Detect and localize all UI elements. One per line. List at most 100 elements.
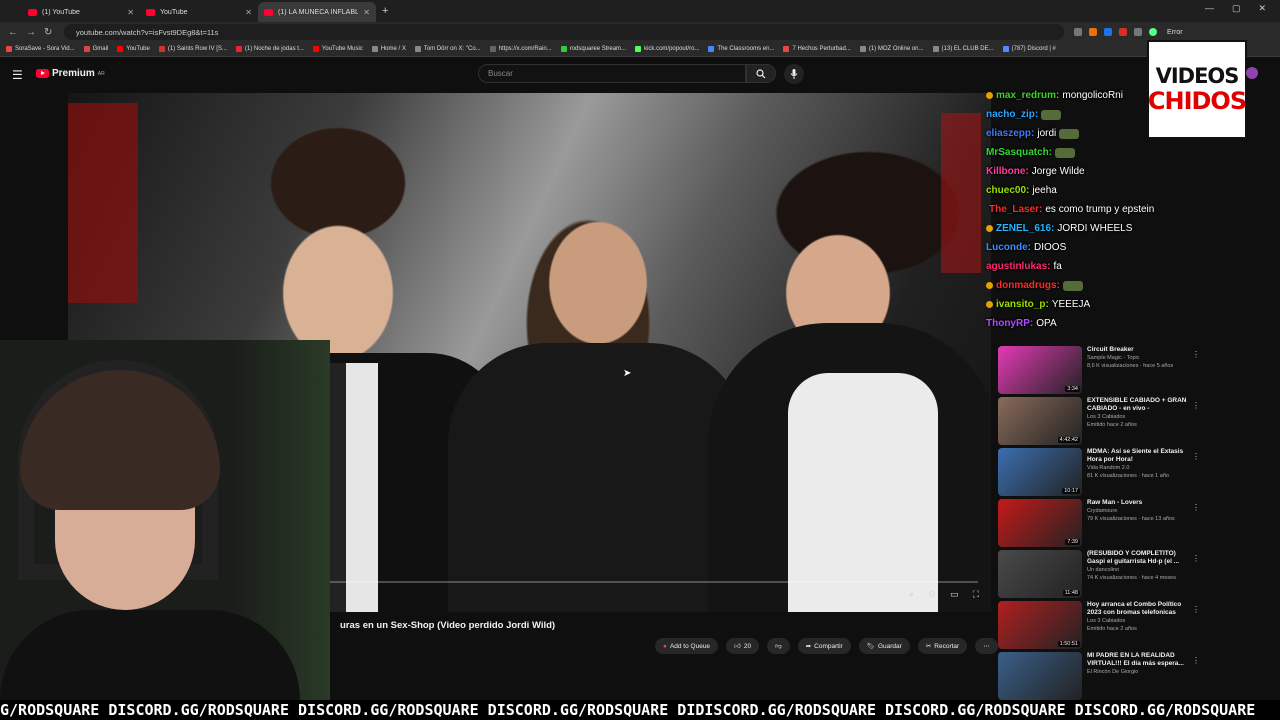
error-badge[interactable]: Error [1167, 29, 1183, 36]
browser-tab[interactable]: (1) YouTube ✕ [22, 2, 140, 22]
bookmark-item[interactable]: (787) Discord | # [1002, 46, 1056, 52]
back-icon[interactable]: ← [8, 27, 18, 38]
chat-username[interactable]: ivansito_p: [996, 299, 1049, 310]
bookmark-item[interactable]: (1) Noche de jodas t... [235, 46, 304, 52]
channel-name[interactable]: Sample Magic - Topic [1087, 354, 1192, 362]
recommended-video[interactable]: 3:34 Circuit Breaker Sample Magic - Topic 8… [998, 346, 1208, 397]
video-thumbnail[interactable]: 4:42:42 [998, 397, 1082, 445]
browser-tab[interactable]: YouTube ✕ [140, 2, 258, 22]
bookmark-item[interactable]: YouTube [117, 46, 150, 52]
extension-icon[interactable] [1074, 28, 1082, 36]
video-title[interactable]: MDMA: Así se Siente el Éxtasis Hora por … [1087, 448, 1192, 464]
bookmark-item[interactable]: Home / X [371, 46, 406, 52]
recommended-video[interactable]: 1:50:51 Hoy arranca el Combo Político 202… [998, 601, 1208, 652]
more-options-icon[interactable]: ⋮ [1192, 401, 1200, 410]
chat-username[interactable]: ThonyRP: [986, 318, 1033, 329]
more-options-icon[interactable]: ⋮ [1192, 350, 1200, 359]
channel-name[interactable]: Crydamoure [1087, 507, 1192, 515]
video-thumbnail[interactable] [998, 652, 1082, 700]
more-options-icon[interactable]: ⋮ [1192, 452, 1200, 461]
maximize-icon[interactable]: ▢ [1232, 3, 1241, 14]
bookmark-item[interactable]: (13) EL CLUB DE... [932, 46, 994, 52]
more-options-icon[interactable]: ⋮ [1192, 503, 1200, 512]
video-progress-bar[interactable] [298, 581, 978, 583]
bookmark-item[interactable]: The Classrooms en... [708, 46, 774, 52]
bookmark-item[interactable]: https://x.com/Rain... [489, 46, 552, 52]
more-options-icon[interactable]: ⋮ [1192, 605, 1200, 614]
video-title[interactable]: Hoy arranca el Combo Político 2023 con b… [1087, 601, 1192, 617]
video-thumbnail[interactable]: 7:39 [998, 499, 1082, 547]
recommended-video[interactable]: 4:42:42 EXTENSIBLE CABIADO + GRAN CABIADO… [998, 397, 1208, 448]
theater-mode-icon[interactable]: ▭ [950, 589, 959, 600]
new-tab-button[interactable]: + [382, 5, 388, 17]
chat-username[interactable]: Luconde: [986, 242, 1031, 253]
chat-username[interactable]: eliaszepp: [986, 128, 1034, 139]
bookmark-item[interactable]: kick.com/popout/ro... [635, 46, 699, 52]
more-actions-button[interactable]: ⋯ [975, 638, 998, 654]
channel-name[interactable]: Los 3 Cabiados [1087, 617, 1192, 625]
chat-username[interactable]: agustinlukas: [986, 261, 1050, 272]
channel-name[interactable]: Los 3 Cabiados [1087, 413, 1192, 421]
reload-icon[interactable]: ↻ [44, 27, 54, 38]
add-to-queue-button[interactable]: ● Add to Queue [655, 638, 719, 654]
minimize-icon[interactable]: — [1205, 3, 1214, 14]
close-tab-icon[interactable]: ✕ [363, 8, 370, 17]
search-input[interactable]: Buscar [478, 64, 746, 83]
recommended-video[interactable]: 11:48 (RESUBIDO Y COMPLETITO) Gaspi el gu… [998, 550, 1208, 601]
search-button[interactable] [746, 64, 776, 83]
extensions-puzzle-icon[interactable] [1134, 28, 1142, 36]
video-thumbnail[interactable]: 10:17 [998, 448, 1082, 496]
fullscreen-icon[interactable]: ⛶ [973, 589, 979, 600]
video-thumbnail[interactable]: 11:48 [998, 550, 1082, 598]
bookmark-item[interactable]: 7 Hechos Perturbad... [783, 46, 851, 52]
chat-username[interactable]: max_redrum: [996, 90, 1059, 101]
profile-avatar[interactable] [1149, 28, 1157, 36]
chat-username[interactable]: Killbone: [986, 166, 1029, 177]
chat-username[interactable]: MrSasquatch: [986, 147, 1052, 158]
video-thumbnail[interactable]: 1:50:51 [998, 601, 1082, 649]
extension-icon[interactable] [1119, 28, 1127, 36]
close-tab-icon[interactable]: ✕ [127, 8, 134, 17]
autoplay-toggle-icon[interactable]: ● [909, 589, 914, 600]
save-button[interactable]: 🔖︎ Guardar [858, 638, 910, 654]
chat-username[interactable]: The_Laser: [989, 204, 1042, 215]
bookmark-item[interactable]: Gmail [83, 46, 108, 52]
close-tab-icon[interactable]: ✕ [245, 8, 252, 17]
youtube-premium-logo[interactable]: Premium AR [36, 68, 105, 79]
account-avatar[interactable] [1246, 67, 1258, 79]
extension-icon[interactable] [1104, 28, 1112, 36]
like-button[interactable]: 👍︎ 20 [726, 638, 760, 654]
channel-name[interactable]: El Rincón De Giorgio [1087, 668, 1192, 676]
video-title[interactable]: EXTENSIBLE CABIADO + GRAN CABIADO - en v… [1087, 397, 1192, 413]
channel-name[interactable]: Vida Random 2.0 [1087, 464, 1192, 472]
bookmark-item[interactable]: Tom Dörr on X: "Co... [414, 46, 481, 52]
more-options-icon[interactable]: ⋮ [1192, 554, 1200, 563]
chat-username[interactable]: donmadrugs: [996, 280, 1060, 291]
more-options-icon[interactable]: ⋮ [1192, 656, 1200, 665]
close-window-icon[interactable]: ✕ [1258, 3, 1266, 14]
bookmark-item[interactable]: (1) Saints Row IV [S... [158, 46, 227, 52]
bookmark-item[interactable]: SoraSave - Sora Vid... [6, 46, 75, 52]
share-button[interactable]: ➦ Compartir [797, 638, 851, 654]
recommended-video[interactable]: 7:39 Raw Man - Lovers Crydamoure 79 K visua… [998, 499, 1208, 550]
clip-button[interactable]: ✂ Recortar [917, 638, 968, 654]
video-thumbnail[interactable]: 3:34 [998, 346, 1082, 394]
bookmark-item[interactable]: rodsquaree Stream... [560, 46, 626, 52]
extension-icon[interactable] [1089, 28, 1097, 36]
recommended-video[interactable]: 10:17 MDMA: Así se Siente el Éxtasis Hora… [998, 448, 1208, 499]
recommended-video[interactable]: MI PADRE EN LA REALIDAD VIRTUAL!!! El dí… [998, 652, 1208, 703]
hamburger-menu-icon[interactable]: ☰ [12, 68, 23, 82]
chat-username[interactable]: nacho_zip: [986, 109, 1038, 120]
video-title[interactable]: Raw Man - Lovers [1087, 499, 1192, 507]
url-field[interactable]: youtube.com/watch?v=isFvst9DEg8&t=11s [64, 24, 1064, 40]
browser-tab[interactable]: (1) LA MUÑECA INFLABLE ✕ [258, 2, 376, 22]
chat-username[interactable]: chuec00: [986, 185, 1029, 196]
voice-search-button[interactable] [784, 64, 804, 84]
settings-gear-icon[interactable]: ⚙ [928, 589, 936, 600]
video-title[interactable]: MI PADRE EN LA REALIDAD VIRTUAL!!! El dí… [1087, 652, 1192, 668]
channel-name[interactable]: Un dancolino [1087, 566, 1192, 574]
bookmark-item[interactable]: YouTube Music [312, 46, 363, 52]
forward-icon[interactable]: → [26, 27, 36, 38]
bookmark-item[interactable]: (1) MOZ Online on... [859, 46, 924, 52]
video-title[interactable]: (RESUBIDO Y COMPLETITO) Gaspi el guitarr… [1087, 550, 1192, 566]
